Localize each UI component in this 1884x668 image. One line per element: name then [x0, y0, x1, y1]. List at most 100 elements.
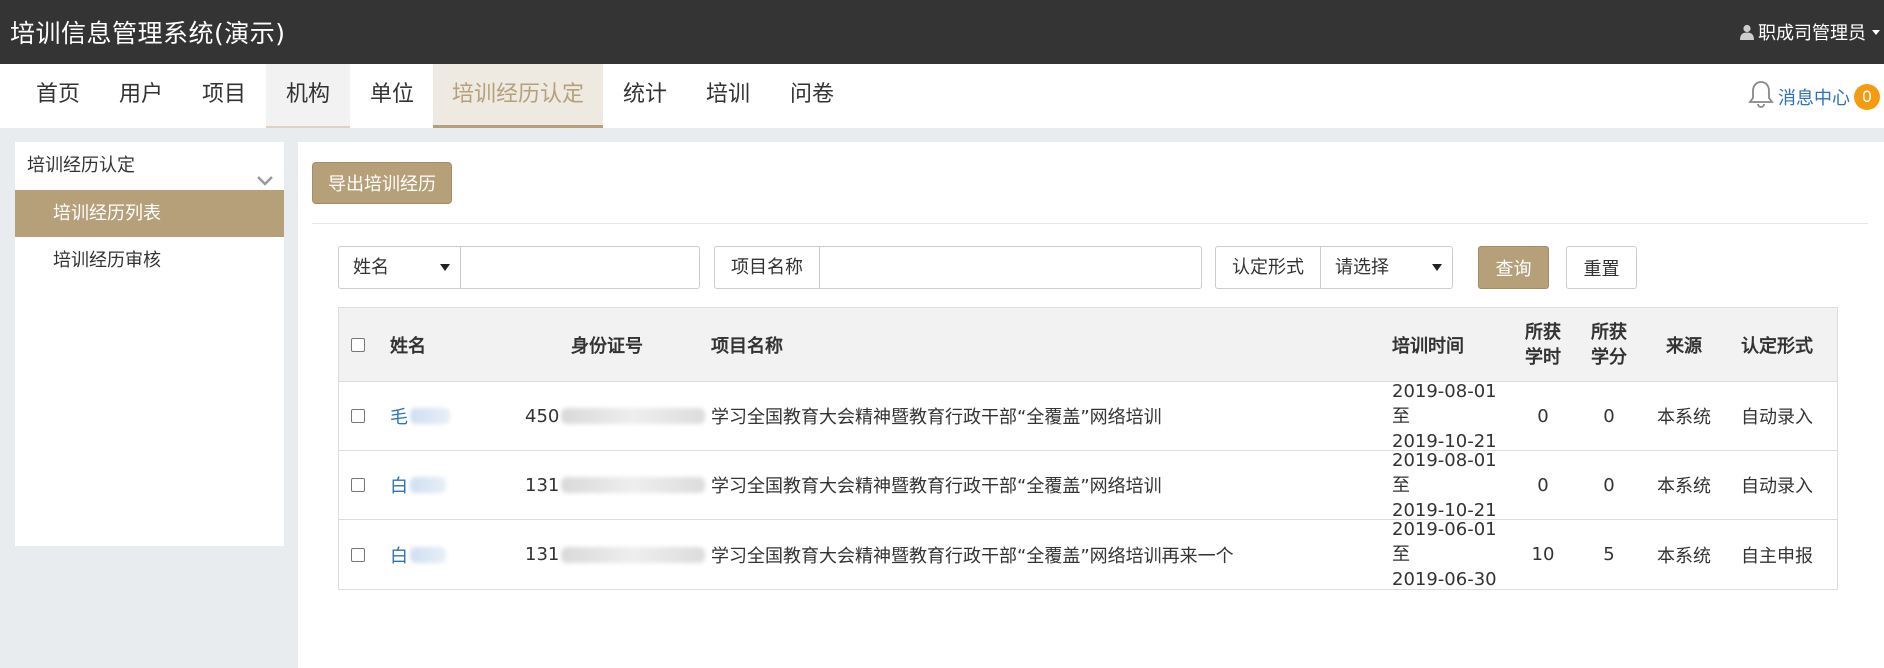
- row-time-start: 2019-06-01至: [1392, 519, 1497, 565]
- table-row: 毛 450 学习全国教育大会精神暨教育行政干部“全覆盖”网络培训 2019-08…: [339, 380, 1837, 452]
- export-button[interactable]: 导出培训经历: [312, 162, 452, 204]
- table-row: 白 131 学习全国教育大会精神暨教育行政干部“全覆盖”网络培训再来一个 201…: [339, 519, 1837, 590]
- row-name-link[interactable]: 毛: [390, 403, 408, 429]
- sidebar: 培训经历认定 培训经历列表 培训经历审核: [15, 142, 284, 546]
- row-time: 2019-06-01至 2019-06-30: [1392, 519, 1507, 590]
- message-count-badge: 0: [1854, 83, 1880, 110]
- row-select-cell: [351, 520, 371, 589]
- row-id: 450: [525, 405, 560, 427]
- row-name-cell: 白: [390, 520, 510, 589]
- row-select-cell: [351, 382, 371, 450]
- row-name-cell: 白: [390, 451, 510, 519]
- nav-home[interactable]: 首页: [18, 64, 98, 128]
- header-name[interactable]: 姓名: [390, 308, 490, 381]
- row-project: 学习全国教育大会精神暨教育行政干部“全覆盖”网络培训再来一个: [711, 545, 1234, 567]
- top-bar: 培训信息管理系统(演示) 职成司管理员: [0, 0, 1884, 64]
- nav-units[interactable]: 单位: [352, 64, 432, 128]
- row-source: 本系统: [1657, 545, 1711, 567]
- select-all-checkbox[interactable]: [351, 337, 365, 352]
- user-name: 职成司管理员: [1758, 23, 1866, 44]
- nav-projects[interactable]: 项目: [184, 64, 264, 128]
- app-title: 培训信息管理系统(演示): [10, 19, 286, 48]
- row-form: 自动录入: [1741, 407, 1813, 428]
- row-form: 自动录入: [1741, 476, 1813, 497]
- nav-questionnaire[interactable]: 问卷: [772, 64, 852, 128]
- row-name-cell: 毛: [390, 382, 510, 450]
- row-source: 本系统: [1657, 476, 1711, 497]
- header-project[interactable]: 项目名称: [711, 308, 1011, 381]
- divider: [312, 223, 1868, 224]
- header-credits-line1: 所获: [1591, 321, 1627, 343]
- row-id: 131: [525, 544, 560, 565]
- row-hours: 0: [1537, 474, 1549, 496]
- row-id-cell: 131: [525, 520, 705, 589]
- header-hours-line2: 学时: [1525, 346, 1561, 368]
- row-time-end: 2019-06-30: [1392, 569, 1497, 590]
- row-form: 自主申报: [1741, 545, 1813, 567]
- row-checkbox[interactable]: [351, 478, 365, 492]
- header-credits[interactable]: 所获 学分: [1577, 308, 1641, 381]
- header-id[interactable]: 身份证号: [571, 308, 671, 381]
- redacted-mark: [410, 546, 446, 563]
- table-row: 白 131 学习全国教育大会精神暨教育行政干部“全覆盖”网络培训 2019-08…: [339, 449, 1837, 521]
- redacted-mark: [410, 408, 450, 424]
- row-time-start: 2019-08-01至: [1392, 449, 1497, 496]
- row-name-link[interactable]: 白: [390, 472, 408, 498]
- main-nav: 首页 用户 项目 机构 单位 培训经历认定 统计 培训 问卷 消息中心 0: [0, 64, 1884, 128]
- header-source[interactable]: 来源: [1644, 308, 1724, 381]
- form-select[interactable]: 请选择: [1320, 246, 1453, 289]
- header-form[interactable]: 认定形式: [1741, 308, 1841, 381]
- nav-training[interactable]: 培训: [688, 64, 768, 128]
- name-search-input[interactable]: [460, 246, 700, 289]
- row-id-cell: 450: [525, 382, 705, 450]
- header-hours-line1: 所获: [1525, 321, 1561, 343]
- form-label: 认定形式: [1215, 246, 1321, 289]
- row-credits: 0: [1603, 474, 1615, 496]
- query-button[interactable]: 查询: [1478, 246, 1549, 289]
- caret-down-icon: [1432, 264, 1442, 271]
- nav-users[interactable]: 用户: [100, 64, 182, 128]
- bell-icon: [1748, 80, 1774, 113]
- caret-down-icon: [440, 264, 450, 271]
- nav-statistics[interactable]: 统计: [605, 64, 685, 128]
- form-select-value: 请选择: [1335, 257, 1389, 278]
- main-panel: 导出培训经历 姓名 项目名称 认定形式 请选择 查询 重置 姓名 身份证号 项目…: [298, 142, 1884, 668]
- row-select-cell: [351, 451, 371, 519]
- row-hours: 0: [1537, 405, 1549, 427]
- sidebar-group-label: 培训经历认定: [27, 155, 135, 176]
- name-field-select[interactable]: 姓名: [338, 246, 461, 289]
- row-project: 学习全国教育大会精神暨教育行政干部“全覆盖”网络培训: [711, 407, 1162, 428]
- nav-institutions[interactable]: 机构: [266, 64, 350, 128]
- nav-training-recognition[interactable]: 培训经历认定: [433, 64, 603, 128]
- sidebar-group-header[interactable]: 培训经历认定: [15, 142, 284, 190]
- row-id: 131: [525, 474, 560, 496]
- reset-button[interactable]: 重置: [1566, 246, 1637, 289]
- row-credits: 0: [1603, 405, 1615, 427]
- header-credits-line2: 学分: [1591, 346, 1627, 368]
- row-time: 2019-08-01至 2019-10-21: [1392, 380, 1507, 452]
- redacted-mark: [561, 546, 705, 563]
- sidebar-item-training-review[interactable]: 培训经历审核: [15, 237, 284, 284]
- caret-down-icon: [1872, 29, 1880, 35]
- header-time[interactable]: 培训时间: [1392, 308, 1502, 381]
- user-menu[interactable]: 职成司管理员: [1740, 19, 1880, 45]
- select-all-cell: [351, 308, 371, 381]
- header-hours[interactable]: 所获 学时: [1511, 308, 1575, 381]
- message-center[interactable]: 消息中心 0: [1748, 80, 1880, 113]
- user-icon: [1740, 24, 1754, 40]
- sidebar-item-training-list[interactable]: 培训经历列表: [15, 190, 284, 237]
- redacted-mark: [410, 477, 446, 493]
- row-checkbox[interactable]: [351, 547, 365, 562]
- project-name-input[interactable]: [819, 246, 1202, 289]
- row-name-link[interactable]: 白: [390, 542, 408, 568]
- row-time-start: 2019-08-01至: [1392, 380, 1497, 427]
- row-checkbox[interactable]: [351, 409, 365, 423]
- row-project: 学习全国教育大会精神暨教育行政干部“全覆盖”网络培训: [711, 476, 1162, 497]
- table-header: 姓名 身份证号 项目名称 培训时间 所获 学时 所获 学分 来源 认定形式: [339, 308, 1837, 382]
- row-id-cell: 131: [525, 451, 705, 519]
- training-table: 姓名 身份证号 项目名称 培训时间 所获 学时 所获 学分 来源 认定形式 毛 …: [338, 307, 1838, 590]
- redacted-mark: [561, 408, 705, 424]
- redacted-mark: [561, 477, 705, 493]
- row-credits: 5: [1603, 544, 1615, 565]
- message-center-label: 消息中心: [1778, 87, 1850, 109]
